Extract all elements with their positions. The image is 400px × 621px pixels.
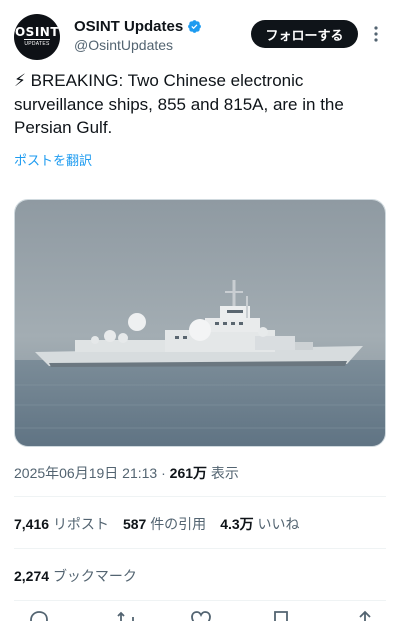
translate-post-link[interactable]: ポストを翻訳 (14, 150, 92, 169)
likes-label: いいね (257, 516, 300, 532)
like-icon[interactable] (190, 610, 212, 621)
avatar[interactable]: OSINT UPDATES (14, 14, 60, 60)
bookmark-icon[interactable] (270, 610, 292, 621)
repost-icon[interactable] (116, 610, 138, 621)
share-icon[interactable] (354, 610, 376, 621)
author-display-name[interactable]: OSINT Updates (74, 17, 183, 36)
bookmarks-count: 2,274 (14, 568, 50, 584)
reposts-stat[interactable]: 7,416 リポスト (14, 514, 109, 534)
bookmarks-stat[interactable]: 2,274 ブックマーク (14, 566, 137, 586)
reply-icon[interactable] (28, 610, 50, 621)
likes-count: 4.3万 (220, 516, 254, 532)
author-display-name-row[interactable]: OSINT Updates (74, 17, 202, 36)
likes-stat[interactable]: 4.3万 いいね (220, 514, 299, 534)
tweet-header: OSINT UPDATES OSINT Updates @OsintUpdate… (14, 14, 386, 60)
divider (14, 548, 386, 549)
reposts-label: リポスト (52, 516, 109, 532)
avatar-logo-line2: UPDATES (24, 39, 50, 47)
bookmarks-label: ブックマーク (52, 568, 137, 584)
ship-photo (15, 200, 385, 446)
follow-button[interactable]: フォローする (251, 20, 358, 48)
reposts-count: 7,416 (14, 516, 50, 532)
action-bar (14, 610, 386, 621)
views-count: 261万 (169, 465, 208, 481)
tweet-text: ⚡ BREAKING: Two Chinese electronic surve… (14, 71, 344, 137)
divider (14, 600, 386, 601)
quotes-label: 件の引用 (150, 516, 207, 532)
engagement-stats: 7,416 リポスト 587 件の引用 4.3万 いいね (14, 514, 300, 534)
tweet-image[interactable] (14, 199, 386, 447)
views-label: 表示 (207, 465, 239, 481)
timestamp-row: 2025年06月19日 21:13 · 261万 表示 (14, 463, 239, 483)
timestamp[interactable]: 2025年06月19日 21:13 (14, 465, 157, 481)
author-names: OSINT Updates @OsintUpdates (74, 17, 202, 54)
author-handle[interactable]: @OsintUpdates (74, 36, 202, 54)
verified-badge-icon (188, 20, 202, 33)
meta-separator: · (157, 465, 170, 481)
quotes-count: 587 (122, 516, 147, 532)
divider (14, 496, 386, 497)
avatar-logo-line1: OSINT (14, 25, 60, 39)
more-options-icon[interactable] (370, 24, 382, 44)
quotes-stat[interactable]: 587 件の引用 (123, 514, 206, 534)
